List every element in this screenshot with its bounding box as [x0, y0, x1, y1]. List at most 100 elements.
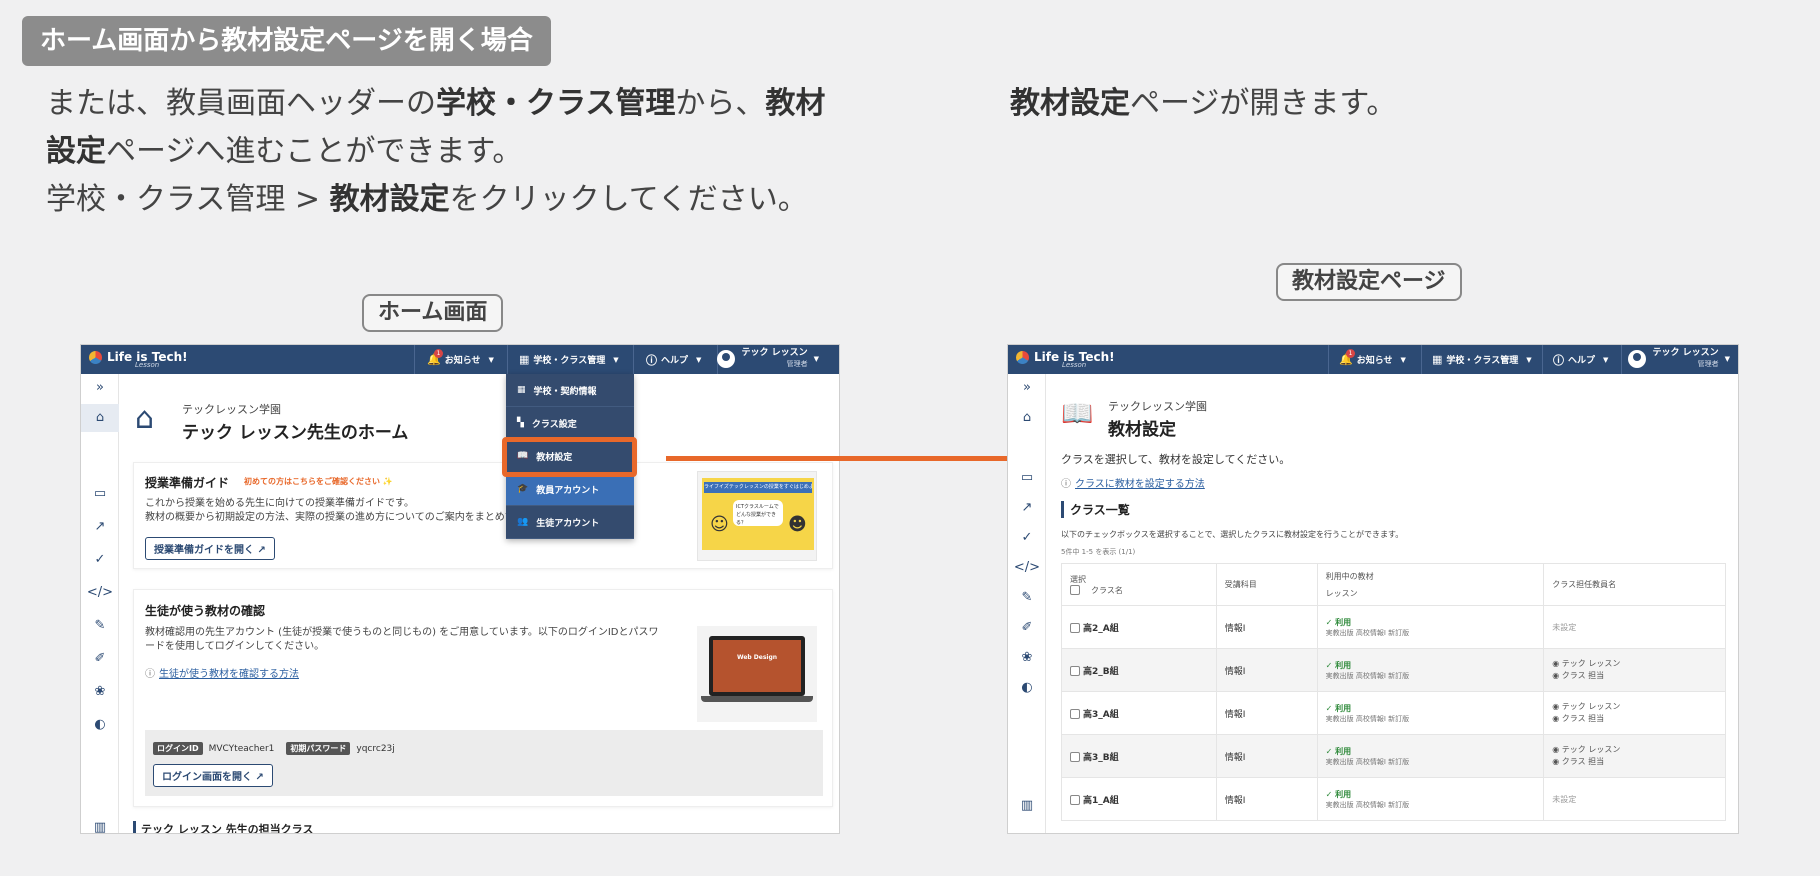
arrow-line [666, 456, 1032, 461]
subject-cell: 情報I [1215, 691, 1318, 735]
chevron-down-icon: ▼ [696, 355, 702, 364]
highlight-box [502, 437, 637, 477]
user-icon: ◉ [1552, 745, 1560, 754]
user-menu[interactable]: テック レッスン 管理者 ▼ [1628, 348, 1730, 369]
check-circle-icon[interactable]: ✓ [1008, 530, 1046, 545]
presentation-icon[interactable]: ▭ [81, 486, 119, 501]
guide-thumb-bubble: ICTクラスルームでどんな授業ができる？ [733, 500, 783, 526]
select-all-checkbox[interactable] [1070, 585, 1080, 595]
school-mgmt-label: 学校・クラス管理 [533, 356, 606, 366]
instr-bold: 学校・クラス管理 [436, 86, 676, 121]
teacher-name: クラス 担当 [1561, 714, 1605, 723]
palette-icon[interactable]: ◐ [1008, 680, 1046, 695]
school-mgmt-menu[interactable]: ▦ 学校・クラス管理 ▼ [519, 345, 619, 374]
class-list-note: 以下のチェックボックスを選択することで、選択したクラスに教材設定を行うことができ… [1061, 530, 1404, 539]
open-login-button[interactable]: ログイン画面を開く ↗ [153, 764, 273, 787]
dd-item-teacher-accounts[interactable]: 🎓 教員アカウント [506, 473, 634, 506]
school-mgmt-menu[interactable]: ▦ 学校・クラス管理 ▼ [1432, 345, 1532, 374]
login-info-panel: ログインID MVCYteacher1 初期パスワード yqcrc23j ログイ… [145, 730, 823, 796]
table-row[interactable]: 高2_A組 情報I ✓ 利用 実教出版 高校情報I 新訂版 未設定 [1061, 605, 1726, 649]
student-title: 生徒が使う教材の確認 [145, 604, 266, 618]
chevron-down-icon: ▼ [813, 354, 819, 363]
home-icon[interactable]: ⌂ [1008, 410, 1046, 425]
col-teacher: クラス担任教員名 [1543, 563, 1726, 606]
dd-item-school-info[interactable]: ▦ 学校・契約情報 [506, 374, 634, 407]
python-icon[interactable]: ❀ [1008, 650, 1046, 665]
row-checkbox[interactable] [1070, 709, 1080, 719]
table-row[interactable]: 高3_B組 情報I ✓ 利用 実教出版 高校情報I 新訂版 ◉ テック レッスン ◉… [1061, 734, 1726, 778]
help-link-row: ⓘ クラスに教材を設定する方法 [1061, 475, 1205, 490]
guide-thumbnail: ライフイズテックレッスンの授業をすぐはじめよう！ ICTクラスルームでどんな授業… [697, 471, 817, 561]
trend-icon[interactable]: ↗ [1008, 500, 1046, 515]
presentation-icon[interactable]: ▭ [1008, 470, 1046, 485]
edit-icon[interactable]: ✐ [1008, 620, 1046, 635]
material-status: 利用 [1335, 703, 1352, 713]
instr-text: をクリックしてください。 [449, 182, 808, 217]
code-icon[interactable]: </> [1008, 560, 1046, 575]
row-checkbox[interactable] [1070, 752, 1080, 762]
chart-icon[interactable]: ▥ [81, 820, 119, 833]
help-menu[interactable]: ⓘ ヘルプ ▼ [646, 345, 701, 374]
class-list-heading: クラス一覧 [1061, 501, 1130, 518]
user-menu[interactable]: テック レッスン 管理者 ▼ [717, 348, 819, 369]
material-status: 利用 [1335, 789, 1352, 799]
dd-item-student-accounts[interactable]: 👥 生徒アカウント [506, 506, 634, 539]
teacher-unset: 未設定 [1543, 777, 1726, 821]
chart-icon[interactable]: ▥ [1008, 798, 1046, 813]
top-navbar: Life is Tech! Lesson 🔔 お知らせ ▼ 1 ▦ 学校・クラス管理 ▼… [1008, 345, 1738, 374]
table-row[interactable]: 高3_A組 情報I ✓ 利用 実教出版 高校情報I 新訂版 ◉ テック レッスン ◉… [1061, 691, 1726, 735]
material-publisher: 実教出版 高校情報I 新訂版 [1325, 800, 1410, 809]
open-guide-button[interactable]: 授業準備ガイドを開く ↗ [145, 537, 275, 560]
code-icon[interactable]: </> [81, 585, 119, 600]
trend-icon[interactable]: ↗ [81, 519, 119, 534]
instr-bold: 教材設定 [329, 182, 450, 217]
login-info-row: ログインID MVCYteacher1 初期パスワード yqcrc23j [153, 742, 395, 755]
settings-help-link[interactable]: クラスに教材を設定する方法 [1075, 475, 1205, 490]
row-checkbox[interactable] [1070, 623, 1080, 633]
pen-icon[interactable]: ✎ [81, 618, 119, 633]
expand-icon[interactable]: » [81, 380, 119, 395]
pen-icon[interactable]: ✎ [1008, 590, 1046, 605]
check-icon: ✓ [1325, 789, 1333, 799]
dd-item-class-settings[interactable]: ▚ クラス設定 [506, 407, 634, 440]
python-icon[interactable]: ❀ [81, 684, 119, 699]
help-label: ヘルプ [661, 356, 689, 366]
home-icon[interactable]: ⌂ [81, 404, 119, 432]
external-link-icon: ↗ [257, 545, 266, 556]
instruction-left: または、教員画面ヘッダーの学校・クラス管理から、教材 設定ページへ進むことができ… [46, 80, 886, 224]
expand-icon[interactable]: » [1008, 380, 1046, 395]
sidebar: » ⌂ ▭ ↗ ✓ </> ✎ ✐ ❀ ◐ ▥ [1008, 374, 1046, 833]
instr-text: ページが開きます。 [1130, 86, 1397, 121]
chevron-down-icon: ▼ [488, 355, 494, 364]
student-text: 教材確認用の先生アカウント (生徒が授業で使うものと同じもの) をご用意していま… [145, 627, 659, 638]
user-avatar-icon [1628, 349, 1647, 368]
student-help-link[interactable]: 生徒が使う教材を確認する方法 [159, 665, 299, 680]
instr-text: ページへ進むことができます。 [106, 134, 523, 169]
edit-icon[interactable]: ✐ [81, 651, 119, 666]
classes-heading: テック レッスン 先生の担当クラス [133, 821, 313, 833]
settings-instruction: クラスを選択して、教材を設定してください。 [1061, 453, 1291, 466]
palette-icon[interactable]: ◐ [81, 717, 119, 732]
nav-divider [507, 345, 508, 374]
logo-mark-icon [1016, 350, 1029, 364]
student-material-card: 生徒が使う教材の確認 教材確認用の先生アカウント (生徒が授業で使うものと同じも… [133, 589, 833, 807]
user-icon: ◉ [1552, 702, 1560, 711]
table-row[interactable]: 高2_B組 情報I ✓ 利用 実教出版 高校情報I 新訂版 ◉ テック レッスン ◉… [1061, 648, 1726, 692]
row-checkbox[interactable] [1070, 666, 1080, 676]
material-publisher: 実教出版 高校情報I 新訂版 [1325, 757, 1410, 766]
teacher-name: テック レッスン [1561, 702, 1621, 711]
check-circle-icon[interactable]: ✓ [81, 552, 119, 567]
subject-cell: 情報I [1215, 605, 1318, 649]
laptop-thumbnail: Web Design [697, 626, 817, 722]
logo-subtext: Lesson [1062, 361, 1087, 369]
row-checkbox[interactable] [1070, 795, 1080, 805]
nav-divider [633, 345, 634, 374]
guide-title: 授業準備ガイド [145, 476, 230, 490]
col-material: 利用中の教材 レッスン [1316, 563, 1545, 606]
table-row[interactable]: 高1_A組 情報I ✓ 利用 実教出版 高校情報I 新訂版 未設定 [1061, 777, 1726, 821]
help-menu[interactable]: ⓘ ヘルプ ▼ [1553, 345, 1608, 374]
material-publisher: 実教出版 高校情報I 新訂版 [1325, 628, 1410, 637]
class-name: 高3_B組 [1083, 752, 1119, 763]
class-name: 高2_A組 [1083, 623, 1119, 634]
user-role: 管理者 [786, 360, 808, 368]
